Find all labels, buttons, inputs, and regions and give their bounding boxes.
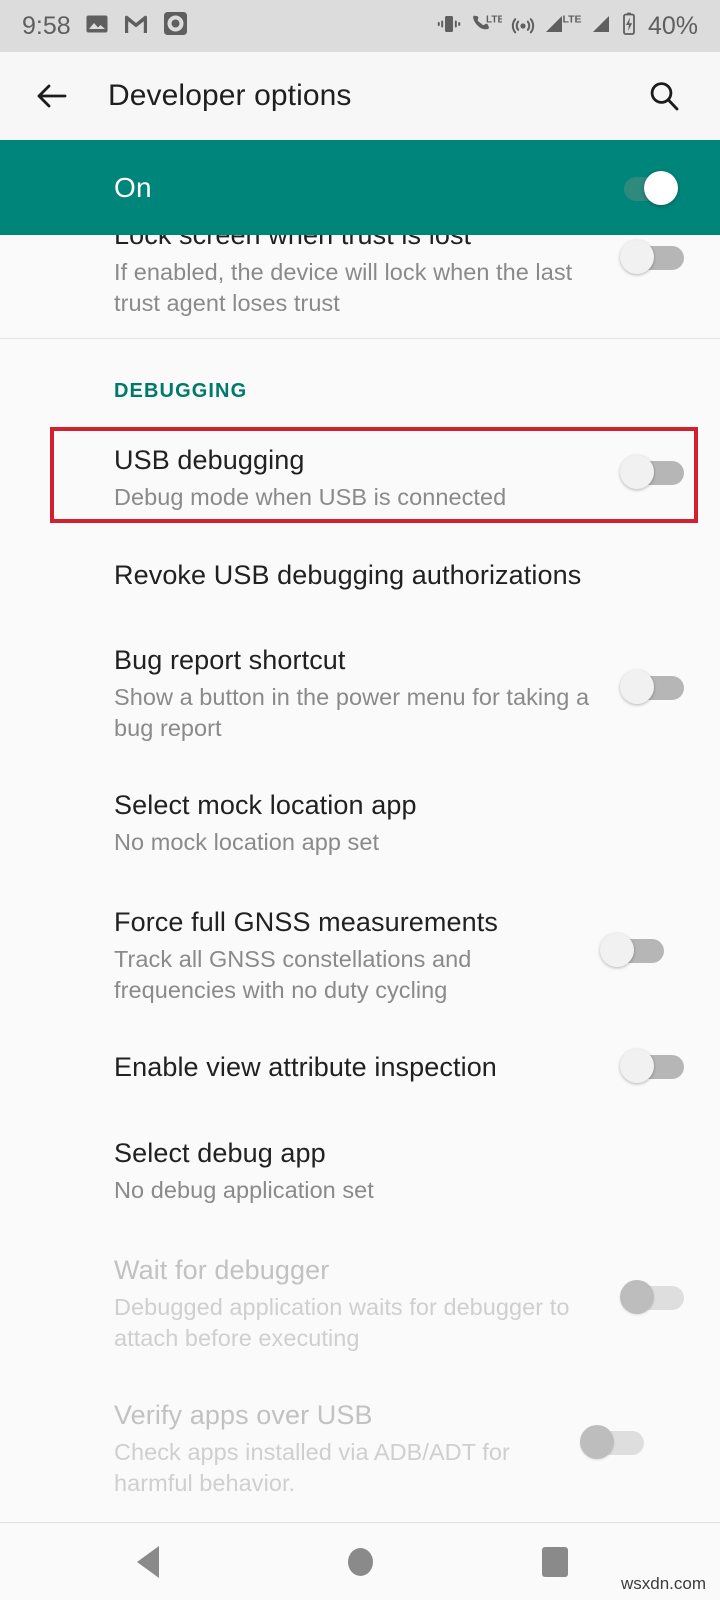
system-nav-bar <box>0 1522 720 1600</box>
row-text: USB debugging Debug mode when USB is con… <box>114 443 620 513</box>
master-toggle[interactable] <box>614 170 678 205</box>
list-item-select-mock-location-app[interactable]: Select mock location app No mock locatio… <box>0 788 720 858</box>
row-summary: If enabled, the device will lock when th… <box>114 259 573 316</box>
toggle-bug-report-shortcut[interactable] <box>620 670 684 704</box>
signal-icon <box>591 13 612 40</box>
switch-thumb <box>600 933 634 967</box>
toggle-verify-apps-over-usb <box>580 1425 644 1459</box>
list-item-force-full-gnss-measurements[interactable]: Force full GNSS measurements Track all G… <box>0 905 720 1006</box>
row-text: Select mock location app No mock locatio… <box>114 788 620 858</box>
switch-thumb <box>580 1425 614 1459</box>
status-clock: 9:58 <box>22 11 71 40</box>
nav-home-icon <box>347 1547 373 1576</box>
row-text: Verify apps over USB Check apps installe… <box>114 1398 580 1499</box>
section-divider <box>0 338 720 339</box>
search-button[interactable] <box>636 68 692 124</box>
settings-list[interactable]: Lock screen when trust is lost If enable… <box>0 140 720 1522</box>
row-title: Select mock location app <box>114 790 417 820</box>
row-summary: Track all GNSS constellations and freque… <box>114 946 472 1003</box>
list-item-bug-report-shortcut[interactable]: Bug report shortcut Show a button in the… <box>0 643 720 744</box>
master-switch-label: On <box>114 171 152 203</box>
nav-recents-button[interactable] <box>495 1523 615 1600</box>
row-title: Bug report shortcut <box>114 645 346 675</box>
toggle-force-full-gnss-measurements[interactable] <box>600 933 664 967</box>
call-lte-icon: LTE <box>470 13 504 40</box>
row-title: Revoke USB debugging authorizations <box>114 560 582 590</box>
toggle-enable-view-attribute-inspection[interactable] <box>620 1049 684 1083</box>
app-bar: Developer options <box>0 52 720 140</box>
row-summary: Debug mode when USB is connected <box>114 484 507 510</box>
row-summary: Debugged application waits for debugger … <box>114 1294 570 1351</box>
status-bar-left: 9:58 <box>22 11 188 41</box>
list-item-enable-view-attribute-inspection[interactable]: Enable view attribute inspection <box>0 1049 720 1084</box>
row-control <box>580 1425 680 1459</box>
row-title: USB debugging <box>114 445 305 475</box>
switch-thumb <box>620 455 654 489</box>
battery-charging-icon <box>621 12 637 41</box>
nav-home-button[interactable] <box>300 1523 420 1600</box>
battery-percent: 40% <box>647 11 698 40</box>
phone-screen: 9:58 LTE LTE 40% Developer options Lock … <box>0 0 720 1600</box>
switch-thumb <box>620 1280 654 1314</box>
row-control <box>620 1280 720 1314</box>
row-text: Select debug app No debug application se… <box>114 1136 620 1206</box>
search-icon <box>650 82 679 111</box>
switch-thumb <box>620 670 654 704</box>
nav-recents-icon <box>542 1546 568 1577</box>
list-item-verify-apps-over-usb[interactable]: Verify apps over USB Check apps installe… <box>0 1398 720 1499</box>
section-header-debugging: DEBUGGING <box>114 380 248 402</box>
row-control <box>600 933 700 967</box>
record-icon <box>163 11 188 41</box>
signal-lte-icon: LTE <box>544 13 582 40</box>
svg-text:LTE: LTE <box>486 14 502 25</box>
row-summary: Show a button in the power menu for taki… <box>114 684 590 741</box>
row-summary: Check apps installed via ADB/ADT for har… <box>114 1439 510 1496</box>
back-button[interactable] <box>22 67 80 125</box>
row-control <box>620 240 720 274</box>
row-control <box>620 1049 720 1083</box>
row-summary: No mock location app set <box>114 829 380 855</box>
back-arrow-icon <box>37 84 67 108</box>
row-title: Select debug app <box>114 1138 326 1168</box>
page-title: Developer options <box>108 79 352 112</box>
row-title: Enable view attribute inspection <box>114 1052 497 1082</box>
row-title: Verify apps over USB <box>114 1400 373 1430</box>
switch-thumb <box>620 1049 654 1083</box>
status-bar: 9:58 LTE LTE 40% <box>0 0 720 52</box>
toggle-lock-screen-when-trust-is-lost[interactable] <box>620 240 684 274</box>
list-item-select-debug-app[interactable]: Select debug app No debug application se… <box>0 1136 720 1206</box>
list-item-wait-for-debugger[interactable]: Wait for debugger Debugged application w… <box>0 1253 720 1354</box>
vibrate-icon <box>437 13 461 40</box>
row-summary: No debug application set <box>114 1177 374 1203</box>
row-title: Wait for debugger <box>114 1255 330 1285</box>
row-title: Force full GNSS measurements <box>114 907 498 937</box>
switch-thumb <box>620 240 654 274</box>
toggle-usb-debugging[interactable] <box>620 455 684 489</box>
row-text: Revoke USB debugging authorizations <box>114 558 620 592</box>
row-text: Bug report shortcut Show a button in the… <box>114 643 620 744</box>
hotspot-icon <box>511 13 535 40</box>
nav-back-button[interactable] <box>88 1523 208 1600</box>
switch-thumb <box>644 170 678 205</box>
row-text: Wait for debugger Debugged application w… <box>114 1253 620 1354</box>
svg-text:LTE: LTE <box>562 13 581 25</box>
list-item-usb-debugging[interactable]: USB debugging Debug mode when USB is con… <box>0 443 720 513</box>
status-bar-right: LTE LTE 40% <box>437 12 698 41</box>
photos-icon <box>85 12 109 41</box>
gmail-icon <box>123 13 149 40</box>
row-control <box>620 455 720 489</box>
developer-options-master-banner[interactable]: On <box>0 140 720 235</box>
row-text: Force full GNSS measurements Track all G… <box>114 905 600 1006</box>
row-control <box>620 670 720 704</box>
toggle-wait-for-debugger <box>620 1280 684 1314</box>
nav-back-icon <box>137 1545 159 1578</box>
list-item-revoke-usb-debugging-authorizations[interactable]: Revoke USB debugging authorizations <box>0 558 720 592</box>
row-text: Enable view attribute inspection <box>114 1050 620 1084</box>
watermark: wsxdn.com <box>620 1574 706 1593</box>
